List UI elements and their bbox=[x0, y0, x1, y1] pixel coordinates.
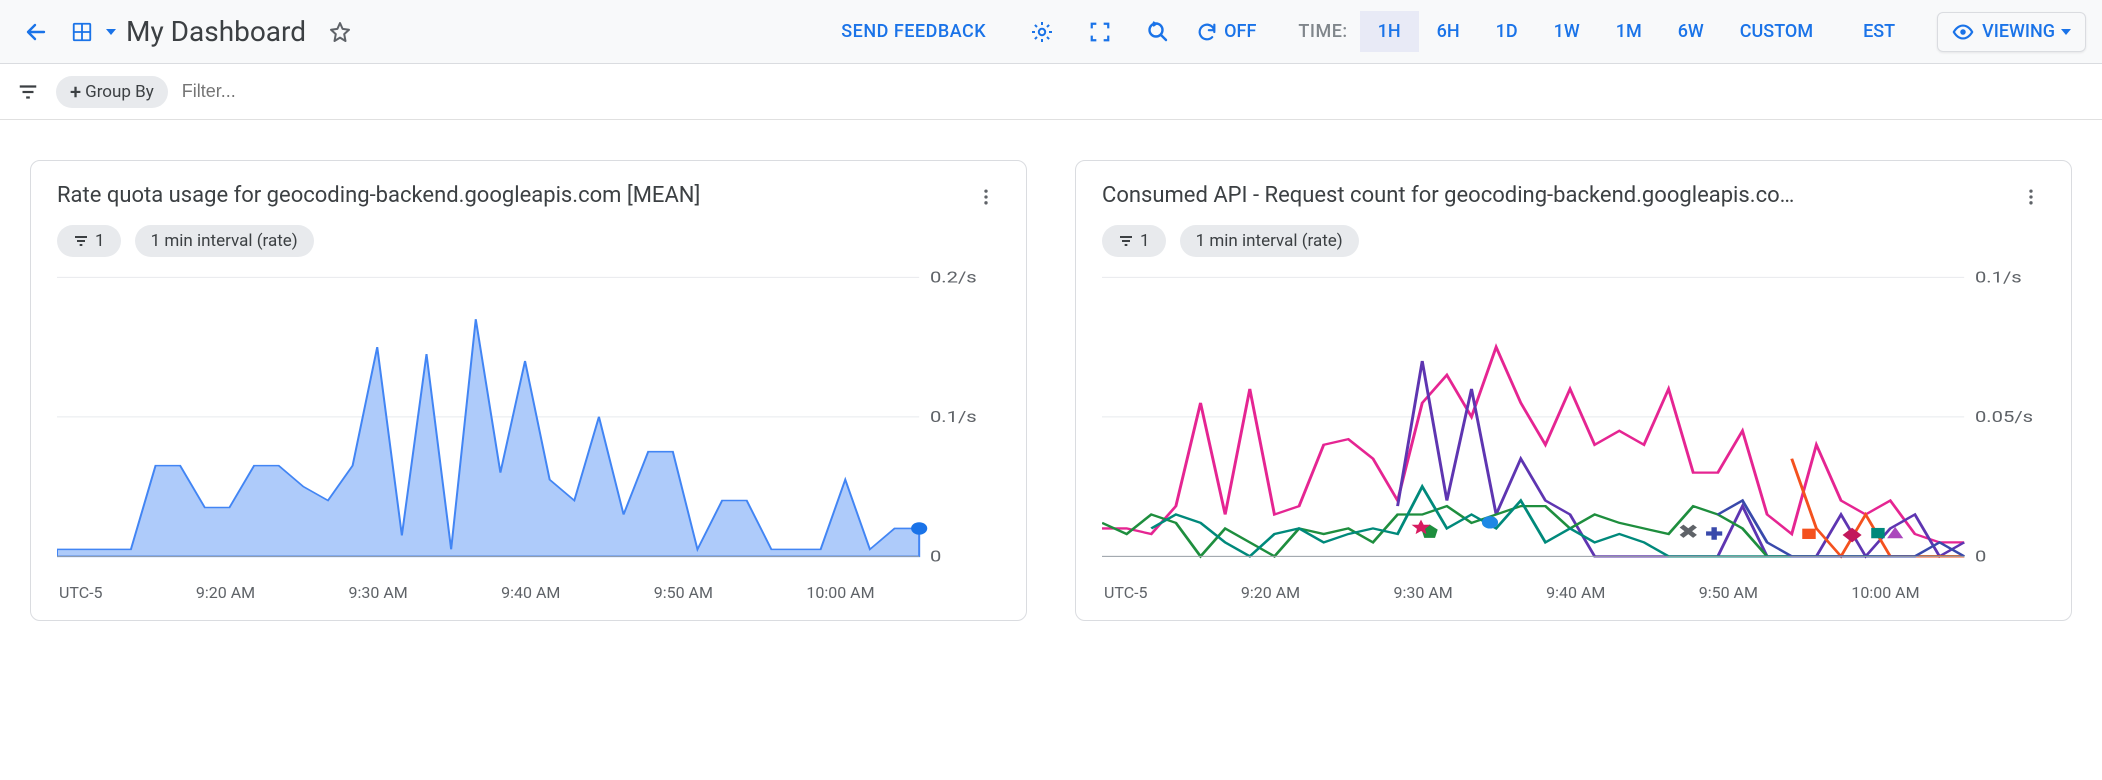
time-1d[interactable]: 1D bbox=[1478, 11, 1536, 52]
zoom-reset-button[interactable] bbox=[1138, 12, 1178, 52]
chevron-down-icon bbox=[2061, 29, 2071, 35]
xtick: 9:50 AM bbox=[654, 583, 713, 602]
filter-count-chip[interactable]: 1 bbox=[57, 225, 121, 257]
star-outline-icon bbox=[328, 20, 352, 44]
card-title: Consumed API - Request count for geocodi… bbox=[1102, 183, 1804, 208]
time-1w[interactable]: 1W bbox=[1536, 11, 1598, 52]
card-menu-button[interactable] bbox=[972, 183, 1000, 211]
tz-label: UTC-5 bbox=[59, 583, 103, 602]
filter-lines-icon bbox=[73, 233, 89, 249]
send-feedback-button[interactable]: SEND FEEDBACK bbox=[829, 13, 998, 50]
viewing-label: VIEWING bbox=[1982, 21, 2055, 42]
area-chart: 0.2/s 0.1/s 0 bbox=[57, 267, 1000, 577]
settings-button[interactable] bbox=[1022, 12, 1062, 52]
autorefresh-label: OFF bbox=[1224, 21, 1256, 42]
time-6h[interactable]: 6H bbox=[1419, 11, 1478, 52]
svg-text:0.05/s: 0.05/s bbox=[1975, 408, 2033, 426]
chart-card-requests: Consumed API - Request count for geocodi… bbox=[1075, 160, 2072, 621]
favorite-button[interactable] bbox=[320, 12, 360, 52]
xtick: 9:20 AM bbox=[1241, 583, 1300, 602]
xtick: 9:40 AM bbox=[1546, 583, 1605, 602]
card-grid: Rate quota usage for geocoding-backend.g… bbox=[0, 120, 2102, 661]
filter-count-chip[interactable]: 1 bbox=[1102, 225, 1166, 257]
line-chart: 0.1/s 0.05/s 0 bbox=[1102, 267, 2045, 577]
kebab-icon bbox=[2021, 187, 2041, 207]
tz-label: UTC-5 bbox=[1104, 583, 1148, 602]
back-button[interactable] bbox=[16, 12, 56, 52]
kebab-icon bbox=[976, 187, 996, 207]
filter-lines-icon bbox=[1118, 233, 1134, 249]
interval-chip[interactable]: 1 min interval (rate) bbox=[135, 225, 314, 257]
svg-text:0.1/s: 0.1/s bbox=[930, 408, 977, 426]
chart-area[interactable]: 0.2/s 0.1/s 0 bbox=[57, 267, 1000, 577]
xtick: 9:20 AM bbox=[196, 583, 255, 602]
time-6w[interactable]: 6W bbox=[1660, 11, 1722, 52]
group-by-pill[interactable]: + Group By bbox=[56, 76, 168, 108]
top-toolbar: My Dashboard SEND FEEDBACK OFF TIME: 1H … bbox=[0, 0, 2102, 64]
card-menu-button[interactable] bbox=[2017, 183, 2045, 211]
grid-icon bbox=[71, 21, 93, 43]
dashboard-type-button[interactable] bbox=[62, 12, 102, 52]
x-axis: UTC-5 9:20 AM 9:30 AM 9:40 AM 9:50 AM 10… bbox=[57, 583, 1000, 602]
autorefresh-toggle[interactable]: OFF bbox=[1196, 21, 1256, 43]
svg-text:0.2/s: 0.2/s bbox=[930, 269, 977, 287]
x-axis: UTC-5 9:20 AM 9:30 AM 9:40 AM 9:50 AM 10… bbox=[1102, 583, 2045, 602]
time-custom[interactable]: CUSTOM bbox=[1722, 11, 1831, 52]
plus-icon: + bbox=[70, 80, 81, 104]
xtick: 9:30 AM bbox=[1394, 583, 1453, 602]
fullscreen-button[interactable] bbox=[1080, 12, 1120, 52]
xtick: 10:00 AM bbox=[806, 583, 874, 602]
time-1h[interactable]: 1H bbox=[1360, 11, 1419, 52]
xtick: 9:50 AM bbox=[1699, 583, 1758, 602]
page-title: My Dashboard bbox=[126, 15, 306, 48]
timezone-button[interactable]: EST bbox=[1845, 11, 1913, 52]
interval-chip[interactable]: 1 min interval (rate) bbox=[1180, 225, 1359, 257]
xtick: 9:30 AM bbox=[349, 583, 408, 602]
chart-area[interactable]: 0.1/s 0.05/s 0 bbox=[1102, 267, 2045, 577]
group-by-label: Group By bbox=[85, 82, 154, 102]
filter-count: 1 bbox=[95, 231, 105, 251]
filter-count: 1 bbox=[1140, 231, 1150, 251]
svg-text:0: 0 bbox=[930, 548, 941, 566]
svg-text:0: 0 bbox=[1975, 548, 1986, 566]
xtick: 9:40 AM bbox=[501, 583, 560, 602]
chevron-down-icon[interactable] bbox=[106, 29, 116, 35]
time-1m[interactable]: 1M bbox=[1598, 11, 1660, 52]
refresh-icon bbox=[1196, 21, 1218, 43]
eye-icon bbox=[1952, 21, 1974, 43]
xtick: 10:00 AM bbox=[1851, 583, 1919, 602]
chart-card-quota: Rate quota usage for geocoding-backend.g… bbox=[30, 160, 1027, 621]
arrow-left-icon bbox=[24, 20, 48, 44]
svg-text:0.1/s: 0.1/s bbox=[1975, 269, 2022, 287]
filter-bar: + Group By bbox=[0, 64, 2102, 120]
viewing-mode-button[interactable]: VIEWING bbox=[1937, 12, 2086, 52]
filter-lines-icon bbox=[17, 81, 39, 103]
time-range-group: 1H 6H 1D 1W 1M 6W CUSTOM bbox=[1360, 11, 1831, 52]
card-title: Rate quota usage for geocoding-backend.g… bbox=[57, 183, 710, 208]
magnify-reset-icon bbox=[1146, 20, 1170, 44]
fullscreen-icon bbox=[1089, 21, 1111, 43]
gear-icon bbox=[1030, 20, 1054, 44]
time-label: TIME: bbox=[1298, 21, 1347, 42]
filter-menu-button[interactable] bbox=[12, 76, 44, 108]
filter-input[interactable] bbox=[180, 80, 2090, 103]
